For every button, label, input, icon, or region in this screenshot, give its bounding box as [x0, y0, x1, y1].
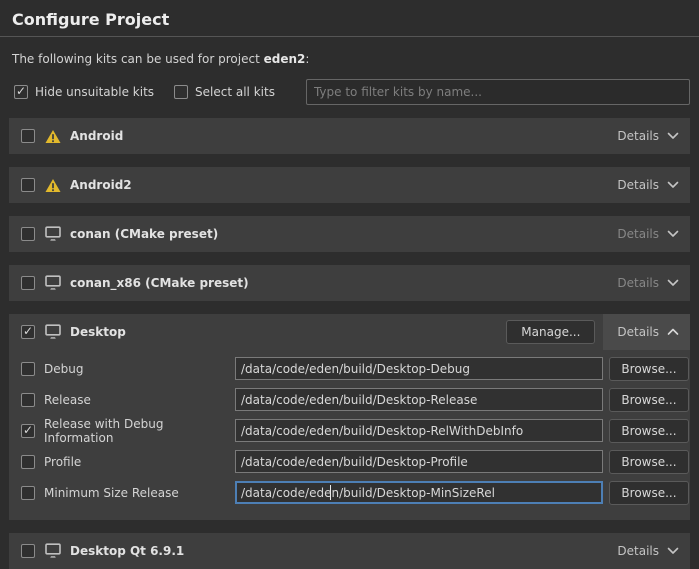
- browse-button[interactable]: Browse...: [609, 357, 689, 381]
- config-label: Release: [44, 393, 91, 407]
- config-checkbox[interactable]: [21, 393, 35, 407]
- chevron-down-icon: [667, 227, 679, 241]
- kit-panel-conan-x86: conan_x86 (CMake preset) Details: [9, 265, 690, 301]
- kit-row-desktop[interactable]: Desktop Manage... Details: [9, 314, 690, 350]
- config-row-release: Release Browse...: [21, 384, 690, 415]
- kit-filter-input[interactable]: [306, 79, 690, 105]
- kit-checkbox[interactable]: [21, 276, 35, 290]
- config-row-relwithdebinfo: Release with Debug Information Browse...: [21, 415, 690, 446]
- config-label: Minimum Size Release: [44, 486, 179, 500]
- select-all-kits-label: Select all kits: [195, 85, 275, 99]
- kit-checkbox[interactable]: [21, 544, 35, 558]
- config-row-profile: Profile Browse...: [21, 446, 690, 477]
- chevron-up-icon: [667, 325, 679, 339]
- path-field-wrap: [235, 481, 603, 504]
- select-all-kits-option: Select all kits: [174, 85, 275, 99]
- kit-row-android2[interactable]: Android2 Details: [9, 167, 690, 203]
- kit-panel-desktop-qt: Desktop Qt 6.9.1 Details: [9, 533, 690, 569]
- desktop-kit-details: Debug Browse... Release Browse...: [9, 350, 690, 520]
- path-field-wrap: [235, 419, 603, 442]
- details-toggle[interactable]: Details: [603, 216, 690, 252]
- browse-button[interactable]: Browse...: [609, 481, 689, 505]
- kit-row-desktop-qt[interactable]: Desktop Qt 6.9.1 Details: [9, 533, 690, 569]
- kit-name: Android2: [70, 178, 603, 192]
- browse-button[interactable]: Browse...: [609, 388, 689, 412]
- kit-name: Desktop: [70, 325, 506, 339]
- config-label-col: Minimum Size Release: [21, 486, 235, 500]
- kit-panel-conan: conan (CMake preset) Details: [9, 216, 690, 252]
- config-checkbox[interactable]: [21, 455, 35, 469]
- chevron-down-icon: [667, 129, 679, 143]
- details-label: Details: [617, 325, 659, 339]
- config-label: Release with Debug Information: [44, 417, 235, 445]
- build-path-input[interactable]: [235, 481, 603, 504]
- path-field-wrap: [235, 388, 603, 411]
- config-label-col: Profile: [21, 455, 235, 469]
- build-path-input[interactable]: [235, 388, 603, 411]
- intro-text: The following kits can be used for proje…: [0, 37, 699, 66]
- details-label: Details: [617, 227, 659, 241]
- kit-row-conan-x86[interactable]: conan_x86 (CMake preset) Details: [9, 265, 690, 301]
- kit-panel-desktop: Desktop Manage... Details Debug Browse..…: [9, 314, 690, 520]
- kit-checkbox[interactable]: [21, 178, 35, 192]
- config-checkbox[interactable]: [21, 424, 35, 438]
- manage-button[interactable]: Manage...: [506, 320, 595, 344]
- kit-checkbox[interactable]: [21, 129, 35, 143]
- details-label: Details: [617, 544, 659, 558]
- desktop-icon: [45, 275, 61, 291]
- project-name: eden2: [264, 52, 306, 66]
- details-toggle[interactable]: Details: [603, 314, 690, 350]
- desktop-icon: [45, 226, 61, 242]
- kit-row-conan[interactable]: conan (CMake preset) Details: [9, 216, 690, 252]
- chevron-down-icon: [667, 276, 679, 290]
- details-label: Details: [617, 276, 659, 290]
- kit-name: conan_x86 (CMake preset): [70, 276, 603, 290]
- build-path-input[interactable]: [235, 357, 603, 380]
- kit-checkbox[interactable]: [21, 325, 35, 339]
- select-all-kits-checkbox[interactable]: [174, 85, 188, 99]
- details-label: Details: [617, 129, 659, 143]
- details-toggle[interactable]: Details: [603, 118, 690, 154]
- text-cursor: [330, 485, 331, 500]
- kit-checkbox[interactable]: [21, 227, 35, 241]
- details-toggle[interactable]: Details: [603, 265, 690, 301]
- browse-button[interactable]: Browse...: [609, 419, 689, 443]
- hide-unsuitable-kits-option: Hide unsuitable kits: [14, 85, 154, 99]
- details-label: Details: [617, 178, 659, 192]
- path-field-wrap: [235, 357, 603, 380]
- kit-name: Desktop Qt 6.9.1: [70, 544, 603, 558]
- config-row-debug: Debug Browse...: [21, 353, 690, 384]
- warning-icon: [45, 178, 61, 193]
- build-path-input[interactable]: [235, 419, 603, 442]
- build-path-input[interactable]: [235, 450, 603, 473]
- kit-list: Android Details Android2 Details conan (…: [0, 105, 699, 569]
- chevron-down-icon: [667, 178, 679, 192]
- kit-filter-bar: Hide unsuitable kits Select all kits: [0, 66, 699, 105]
- kit-name: Android: [70, 129, 603, 143]
- config-checkbox[interactable]: [21, 486, 35, 500]
- page-header: Configure Project: [0, 0, 699, 37]
- path-field-wrap: [235, 450, 603, 473]
- desktop-icon: [45, 324, 61, 340]
- config-row-minsizerel: Minimum Size Release Browse...: [21, 477, 690, 508]
- kit-row-android[interactable]: Android Details: [9, 118, 690, 154]
- config-label-col: Release: [21, 393, 235, 407]
- config-label-col: Release with Debug Information: [21, 417, 235, 445]
- browse-button[interactable]: Browse...: [609, 450, 689, 474]
- config-label: Debug: [44, 362, 83, 376]
- hide-unsuitable-kits-checkbox[interactable]: [14, 85, 28, 99]
- desktop-icon: [45, 543, 61, 559]
- details-toggle[interactable]: Details: [603, 533, 690, 569]
- config-label-col: Debug: [21, 362, 235, 376]
- page-title: Configure Project: [12, 10, 687, 36]
- warning-icon: [45, 129, 61, 144]
- config-label: Profile: [44, 455, 81, 469]
- kit-panel-android2: Android2 Details: [9, 167, 690, 203]
- config-checkbox[interactable]: [21, 362, 35, 376]
- kit-panel-android: Android Details: [9, 118, 690, 154]
- details-toggle[interactable]: Details: [603, 167, 690, 203]
- kit-name: conan (CMake preset): [70, 227, 603, 241]
- chevron-down-icon: [667, 544, 679, 558]
- hide-unsuitable-kits-label: Hide unsuitable kits: [35, 85, 154, 99]
